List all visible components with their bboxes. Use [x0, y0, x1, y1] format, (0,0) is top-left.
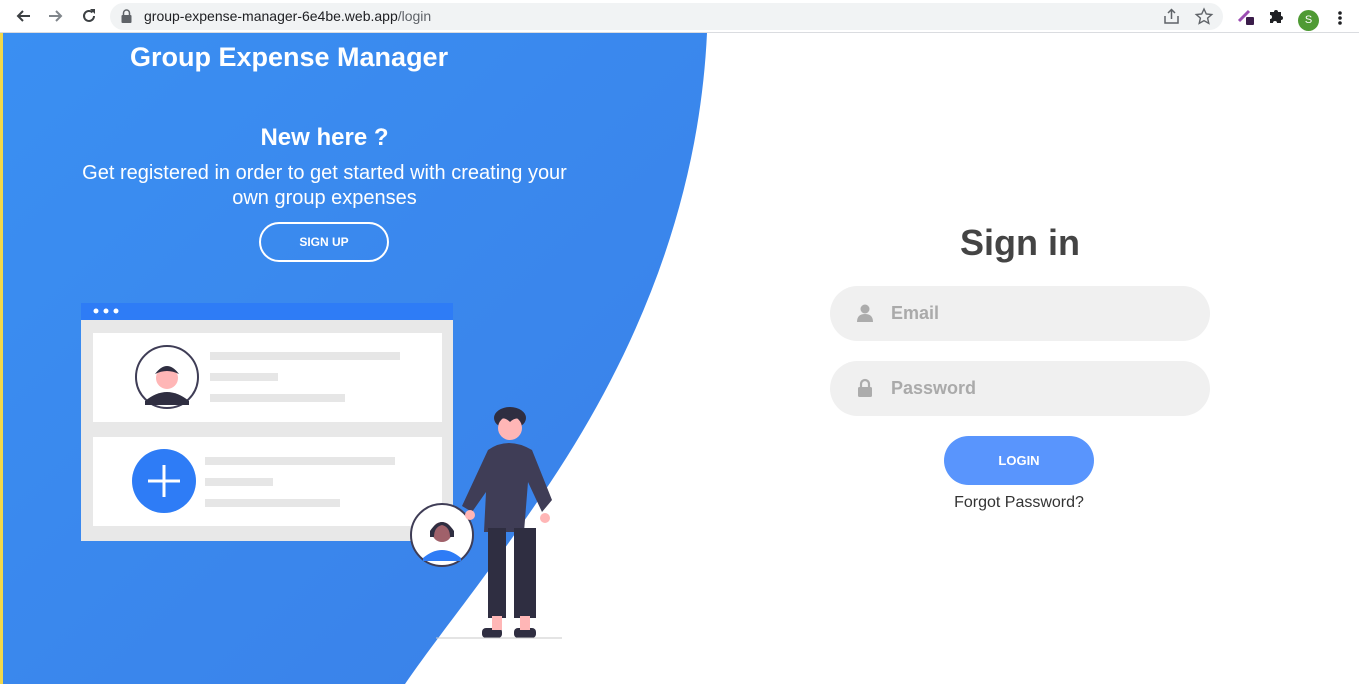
lock-icon[interactable] — [121, 9, 132, 23]
share-icon[interactable] — [1162, 7, 1182, 27]
star-icon[interactable] — [1194, 7, 1214, 27]
url-host: group-expense-manager-6e4be.web.app — [144, 8, 398, 24]
address-bar[interactable]: group-expense-manager-6e4be.web.app/logi… — [110, 3, 1223, 30]
eyedropper-extension-icon[interactable] — [1236, 6, 1256, 26]
signin-title: Sign in — [960, 222, 1080, 263]
registration-illustration — [81, 303, 562, 639]
profile-avatar[interactable]: S — [1298, 10, 1319, 31]
email-field[interactable] — [830, 286, 1210, 341]
back-arrow-icon[interactable] — [10, 4, 36, 28]
password-input[interactable] — [891, 361, 1191, 416]
password-field[interactable] — [830, 361, 1210, 416]
forgot-password-link[interactable]: Forgot Password? — [919, 494, 1119, 512]
user-icon — [857, 304, 873, 322]
reload-icon[interactable] — [76, 4, 102, 28]
kebab-menu-icon[interactable] — [1334, 8, 1346, 28]
login-button[interactable]: LOGIN — [944, 436, 1094, 485]
puzzle-icon[interactable] — [1266, 6, 1286, 26]
forward-arrow-icon[interactable] — [43, 4, 69, 28]
url-text: group-expense-manager-6e4be.web.app/logi… — [144, 8, 431, 24]
email-input[interactable] — [891, 286, 1191, 341]
url-path: /login — [397, 8, 432, 24]
browser-toolbar: group-expense-manager-6e4be.web.app/logi… — [0, 0, 1359, 33]
lock-icon — [858, 378, 872, 397]
